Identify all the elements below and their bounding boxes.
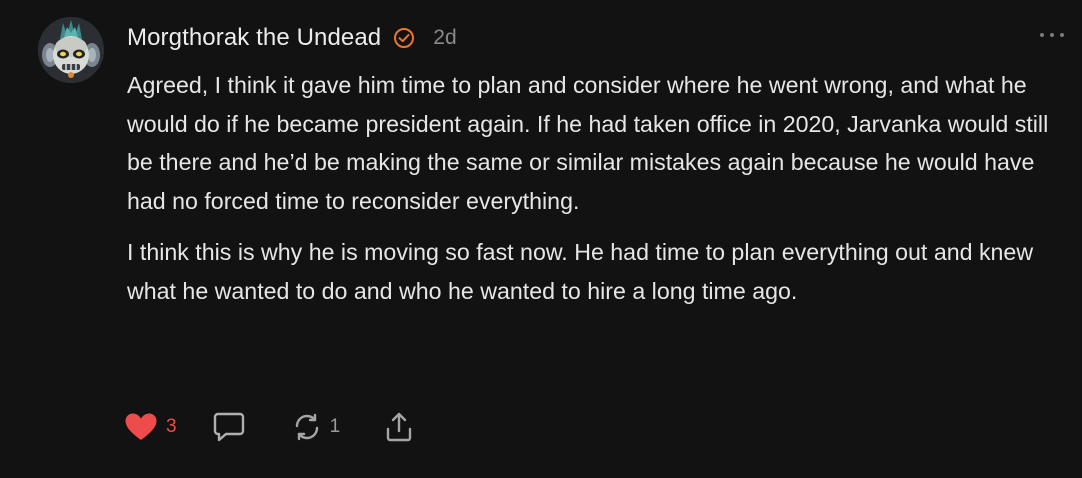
- skull-knight-avatar-icon: [38, 17, 104, 83]
- comment-header: Morgthorak the Undead 2d: [127, 22, 457, 54]
- restack-button[interactable]: 1: [292, 412, 341, 442]
- like-button[interactable]: 3: [124, 412, 177, 442]
- comment-body: Agreed, I think it gave him time to plan…: [127, 66, 1062, 323]
- reply-button[interactable]: [212, 410, 246, 444]
- restack-count: 1: [329, 416, 341, 437]
- comment-bubble-icon: [212, 410, 246, 444]
- action-bar: 3 1: [124, 410, 414, 444]
- author-name[interactable]: Morgthorak the Undead: [127, 24, 381, 52]
- like-count: 3: [166, 416, 177, 437]
- comment-paragraph: Agreed, I think it gave him time to plan…: [127, 72, 1049, 214]
- heart-icon: [124, 412, 158, 442]
- check-circle-icon: [393, 27, 415, 49]
- avatar[interactable]: [38, 17, 104, 83]
- share-icon: [384, 411, 414, 443]
- timestamp[interactable]: 2d: [433, 26, 456, 50]
- comment-paragraph: I think this is why he is moving so fast…: [127, 239, 1034, 304]
- more-dots-icon[interactable]: [1040, 30, 1064, 40]
- restack-icon: [292, 412, 322, 442]
- share-button[interactable]: [384, 411, 414, 443]
- comment: Morgthorak the Undead 2d Agreed, I think…: [0, 0, 1082, 478]
